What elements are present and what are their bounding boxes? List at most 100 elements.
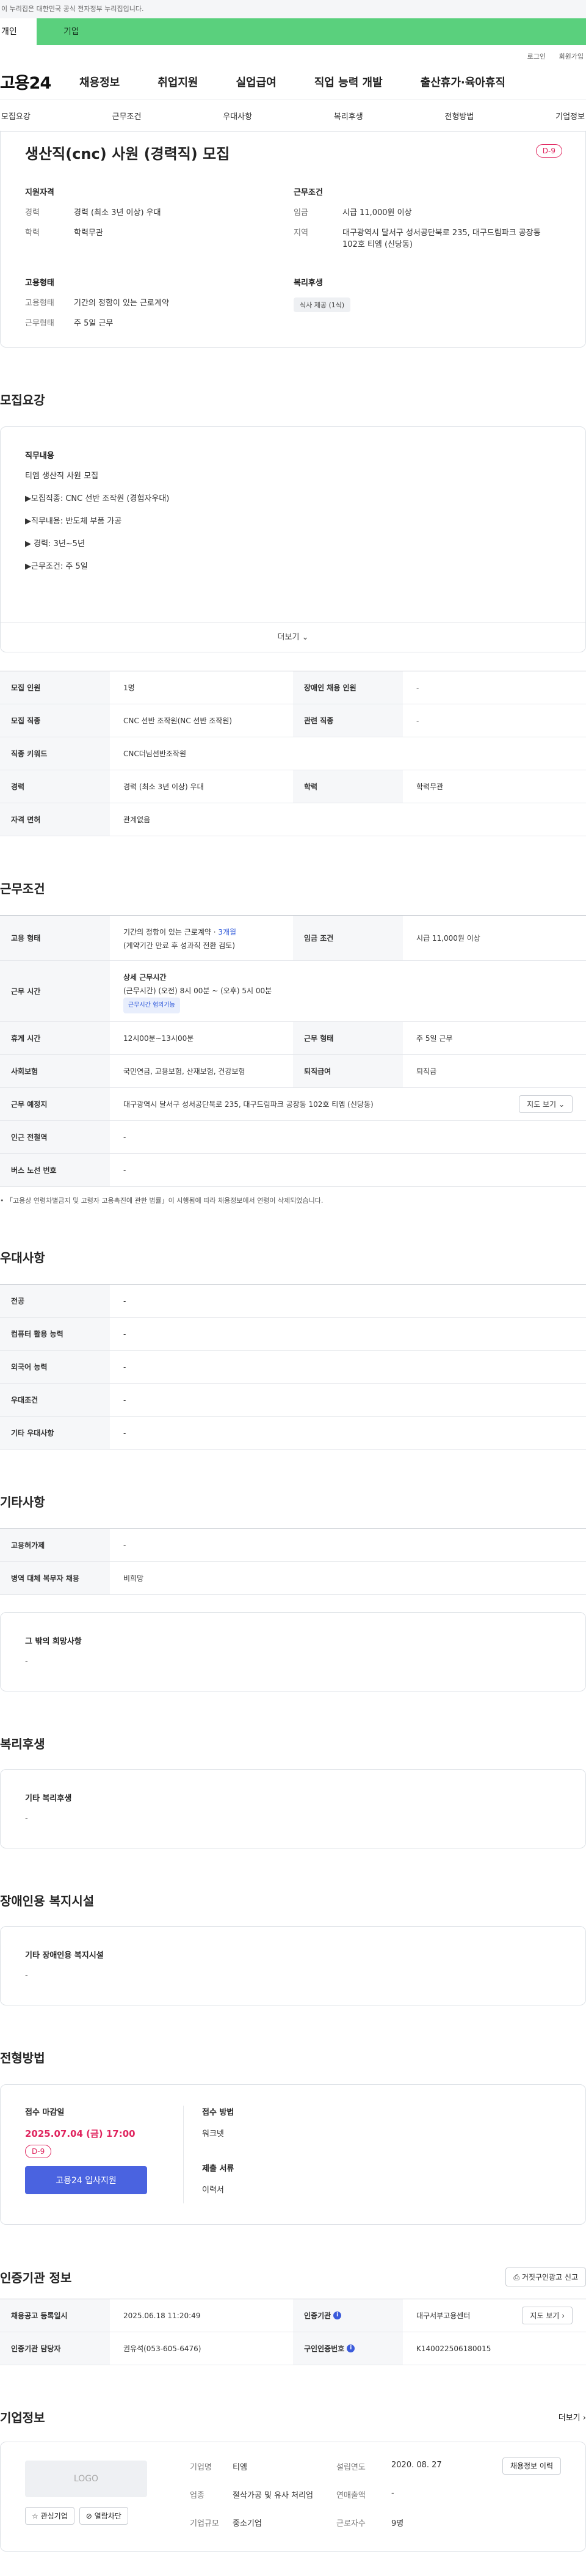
company-value: 티엠 [233,2463,247,2472]
subnav-recruit[interactable]: 모집요강 [1,110,31,122]
table-value: 학력무관 [416,783,444,791]
method-block: 접수 방법 워크넷 제출 서류 이력서 [184,2106,234,2203]
table-value: 대구광역시 달서구 성서공단북로 235, 대구드림파크 공장동 102호 티엠… [110,1088,586,1120]
table-row: 사회보험 국민연금, 고용보험, 산재보험, 건강보험 퇴직급여 퇴직금 [0,1055,586,1088]
summary-key: 고용형태 [25,299,54,308]
table-value: - [123,1329,126,1338]
table-row: 외국어 능력 - [0,1351,586,1384]
tab-personal[interactable]: 개인 [0,18,37,45]
table-key: 자격 면허 [0,803,110,836]
subnav-process[interactable]: 전형방법 [445,110,474,122]
table-key: 직종 키워드 [0,737,110,770]
table-row: 휴게 시간 12시00분~13시00분 근무 형태 주 5일 근무 [0,1022,586,1055]
table-row: 자격 면허 관계없음 [0,803,586,836]
more-label: 더보기 [558,2414,581,2423]
table-value: 권유석(053-605-6476) [123,2344,201,2353]
signup-link[interactable]: 회원가입 [559,53,584,60]
chevron-right-icon: › [582,2414,586,2423]
section-title-preference: 우대사항 [0,1250,45,1265]
table-value: CNC더님선반조작원 [123,750,187,758]
table-key: 학력 [293,770,403,803]
gnb-parental-leave[interactable]: 출산휴가·육아휴직 [421,74,505,90]
table-row: 병역 대체 복무자 채용 비희망 [0,1562,586,1595]
section-title-conditions: 근무조건 [0,881,45,896]
table-value: - [416,683,419,692]
deadline-heading: 접수 마감일 [25,2108,65,2117]
summary-key: 임금 [294,208,308,217]
table-row: 우대조건 - [0,1384,586,1417]
table-value: 퇴직금 [416,1067,437,1076]
gnb-jobs[interactable]: 채용정보 [79,74,120,90]
table-row: 근무 시간 상세 근무시간 (근무시간) (오전) 8시 00분 ~ (오후) … [0,961,586,1022]
info-icon[interactable]: i [347,2344,355,2352]
contract-period-link[interactable]: 3개월 [218,928,236,936]
table-key: 인증기관 담당자 [0,2332,110,2365]
section-title-agency: 인증기관 정보 [0,2271,72,2285]
tab-business[interactable]: 기업 [37,18,586,45]
summary-value: 주 5일 근무 [74,319,114,328]
subnav-conditions[interactable]: 근무조건 [112,110,142,122]
table-key: 전공 [0,1285,110,1317]
table-value: 12시00분~13시00분 [123,1034,194,1043]
hours-negotiable-chip: 근무시간 협의가능 [123,998,180,1013]
block-icon: ⊘ [85,2512,92,2520]
report-false-ad-button[interactable]: ⎙ 거짓구인광고 신고 [505,2268,586,2286]
table-value: 대구서부고용센터 지도 보기 › [403,2299,586,2332]
table-key: 기타 우대사항 [0,1417,110,1449]
gov-notice-text: 이 누리집은 대한민국 공식 전자정부 누리집입니다. [1,5,144,13]
info-icon[interactable]: i [333,2311,342,2319]
summary-employment: 고용형태 고용형태 기간의 정함이 있는 근로계약 근무형태 주 5일 근무 [25,276,294,338]
block-view-button[interactable]: ⊘ 열람차단 [79,2507,128,2525]
company-key: 연매출액 [336,2491,366,2500]
table-key: 우대조건 [0,1384,110,1416]
dday-badge: D-9 [25,2145,52,2158]
company-more-link[interactable]: 더보기 › [559,2411,586,2423]
table-row: 컴퓨터 활용 능력 - [0,1318,586,1351]
table-key: 인증기관 i [293,2299,403,2332]
gnb-employment-support[interactable]: 취업지원 [157,74,198,90]
login-link[interactable]: 로그인 [527,53,546,60]
site-logo[interactable]: 고용24 [0,70,79,93]
card-value: - [25,1657,28,1666]
summary-qualification: 지원자격 경력 경력 (최소 3년 이상) 우대 학력 학력무관 [25,186,294,259]
hiring-history-button[interactable]: 채용정보 이력 [502,2457,561,2475]
table-value: - [123,1395,126,1404]
company-key: 근로자수 [336,2519,366,2528]
table-key: 근무 시간 [0,961,110,1021]
block-label: 열람차단 [94,2512,121,2520]
table-key: 휴게 시간 [0,1022,110,1054]
table-value: - [123,1362,126,1371]
table-key: 임금 조건 [293,916,403,960]
apply-button[interactable]: 고용24 입사지원 [25,2166,147,2194]
section-nav: 모집요강 근무조건 우대사항 복리후생 전형방법 기업정보 [0,100,586,132]
subnav-preference[interactable]: 우대사항 [223,110,252,122]
section-title-recruit: 모집요강 [0,393,45,407]
company-value: 9명 [391,2519,404,2528]
table-value: 시급 11,000원 이상 [416,934,480,943]
hours-text: (근무시간) (오전) 8시 00분 ~ (오후) 5시 00분 [123,987,272,995]
subnav-welfare[interactable]: 복리후생 [334,110,363,122]
apply-card: 접수 마감일 2025.07.04 (금) 17:00 D-9 고용24 입사지… [0,2084,586,2225]
favorite-company-button[interactable]: ☆ 관심기업 [25,2507,74,2525]
table-row: 기타 우대사항 - [0,1417,586,1450]
job-title: 생산직(cnc) 사원 (경력직) 모집 [25,145,230,162]
gnb-vocational-training[interactable]: 직업 능력 개발 [314,74,383,90]
table-value: - [123,1133,126,1142]
table-value: - [123,1541,126,1550]
welfare-card: 기타 복리후생 - [0,1769,586,1848]
map-view-button[interactable]: 지도 보기 ⌄ [519,1095,573,1113]
subnav-company[interactable]: 기업정보 [555,110,585,122]
agency-map-button[interactable]: 지도 보기 › [522,2307,573,2324]
more-button[interactable]: 더보기 ⌄ [1,622,585,652]
map-view-label: 지도 보기 [530,2311,560,2320]
age-discrimination-note: • 「고용상 연령차별금지 및 고령자 고용촉진에 관한 법률」이 시행됨에 따… [0,1197,324,1205]
section-title-disabled-facilities: 장애인용 복지시설 [0,1894,95,1908]
deadline-block: 접수 마감일 2025.07.04 (금) 17:00 D-9 고용24 입사지… [25,2106,184,2203]
table-key: 관련 직종 [293,704,403,737]
etc-table: 고용허가제 - 병역 대체 복무자 채용 비희망 [0,1528,586,1595]
gnb-unemployment-benefit[interactable]: 실업급여 [236,74,277,90]
table-value: 국민연금, 고용보험, 산재보험, 건강보험 [123,1067,245,1076]
table-key: 컴퓨터 활용 능력 [0,1318,110,1350]
table-key: 구인인증번호 i [293,2332,403,2365]
audience-tabs: 개인 기업 [0,18,586,45]
